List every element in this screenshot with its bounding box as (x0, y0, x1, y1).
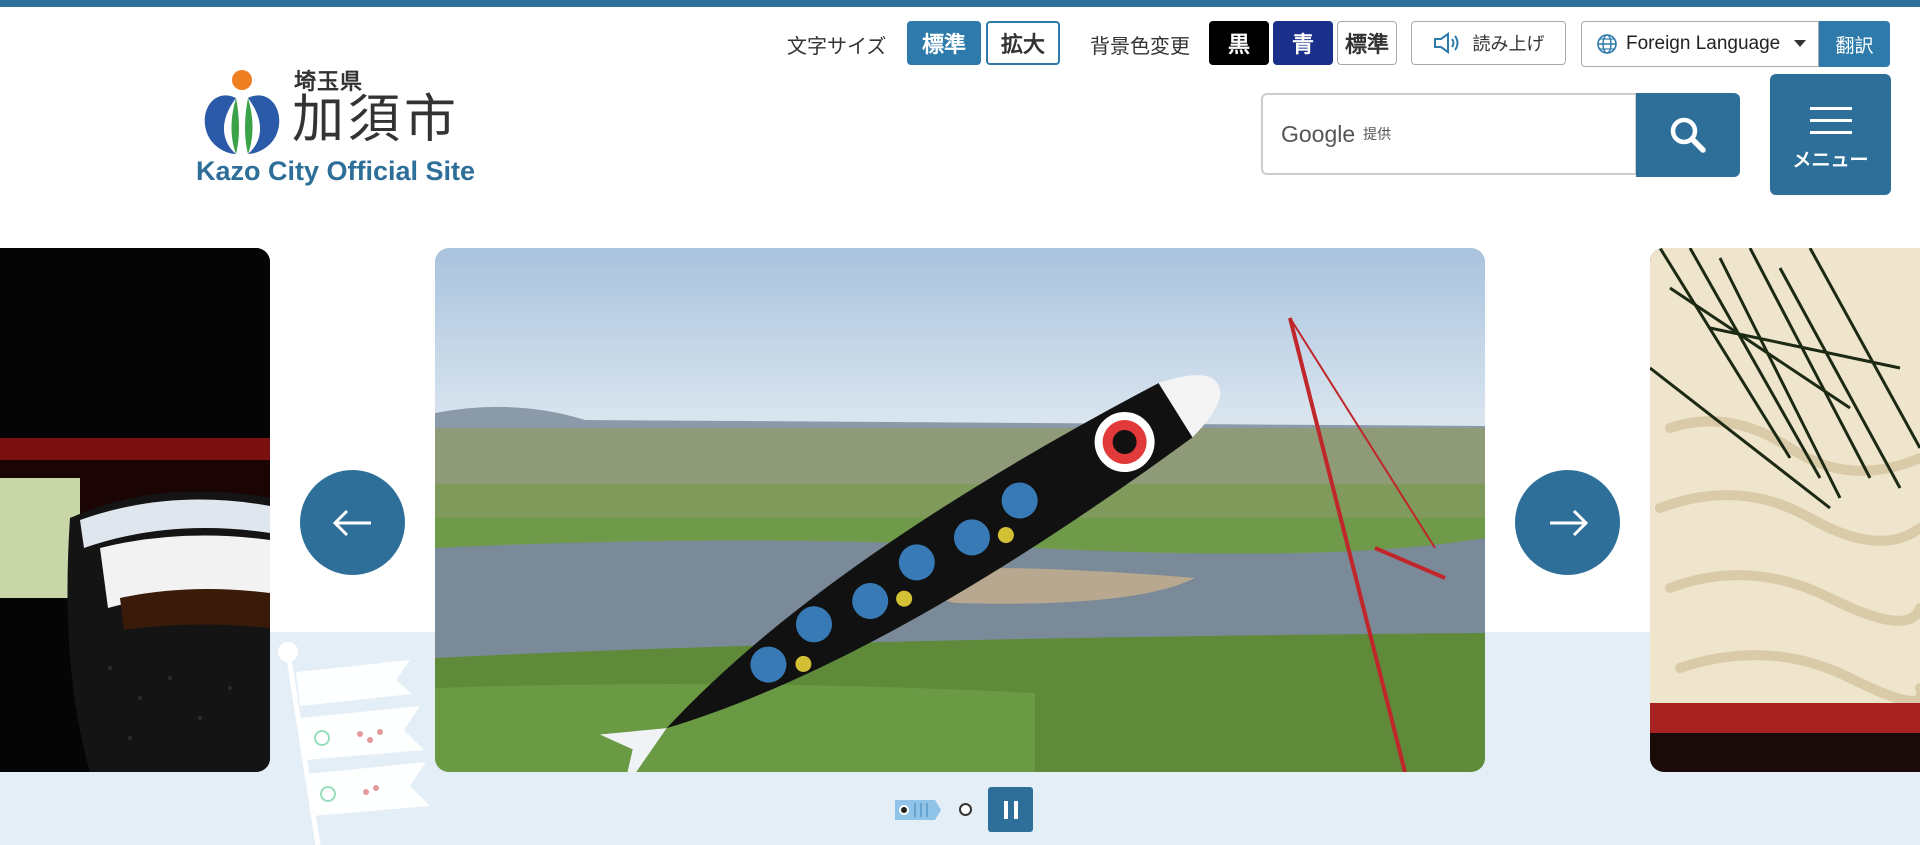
google-brand: Google (1281, 120, 1356, 147)
city-name: 加須市 (292, 90, 461, 150)
carousel-slide-next[interactable] (1650, 248, 1920, 772)
font-size-standard-button[interactable]: 標準 (907, 21, 981, 65)
bg-color-label: 背景色変更 (1090, 34, 1190, 58)
search-input[interactable]: Google 提供 (1261, 93, 1637, 175)
udon-image (1650, 248, 1920, 772)
bg-black-button[interactable]: 黒 (1209, 21, 1269, 65)
menu-label: メニュー (1792, 148, 1869, 171)
read-aloud-button[interactable]: 読み上げ (1411, 21, 1566, 65)
translate-button[interactable]: 翻訳 (1819, 21, 1890, 67)
kazo-emblem-icon (204, 70, 280, 154)
speaker-icon (1433, 32, 1458, 54)
carousel-slide-prev[interactable] (0, 248, 270, 772)
language-select[interactable]: Foreign Language (1581, 21, 1819, 67)
chevron-down-icon (1794, 40, 1806, 47)
bg-standard-button[interactable]: 標準 (1337, 21, 1397, 65)
search-icon (1670, 117, 1706, 153)
font-size-large-button[interactable]: 拡大 (986, 21, 1060, 65)
hamburger-icon (1809, 98, 1852, 143)
koinobori-river-image (435, 248, 1485, 772)
bg-blue-button[interactable]: 青 (1273, 21, 1333, 65)
top-accent-bar (0, 0, 1920, 7)
read-aloud-label: 読み上げ (1472, 34, 1545, 55)
menu-button[interactable]: メニュー (1770, 74, 1891, 195)
arrow-left-icon (332, 509, 371, 536)
carousel-next-button[interactable] (1515, 470, 1620, 575)
site-name-english: Kazo City Official Site (196, 156, 476, 186)
carousel-pagination (893, 787, 1033, 832)
globe-icon (1597, 34, 1617, 54)
arrow-right-icon (1549, 509, 1588, 536)
carousel-dot-active[interactable] (893, 797, 943, 823)
carousel-dot[interactable] (959, 803, 972, 816)
carousel-prev-button[interactable] (300, 470, 405, 575)
carousel-slide-active[interactable] (435, 248, 1485, 772)
search-provided-label: 提供 (1363, 127, 1392, 143)
soba-cup-image (0, 248, 270, 772)
carousel-pause-button[interactable] (988, 787, 1033, 832)
font-size-label: 文字サイズ (787, 34, 887, 58)
pause-icon (1003, 800, 1008, 819)
site-logo[interactable]: 埼玉県 加須市 Kazo City Official Site (192, 64, 492, 194)
search-button[interactable] (1636, 93, 1740, 177)
language-select-value: Foreign Language (1626, 33, 1781, 54)
